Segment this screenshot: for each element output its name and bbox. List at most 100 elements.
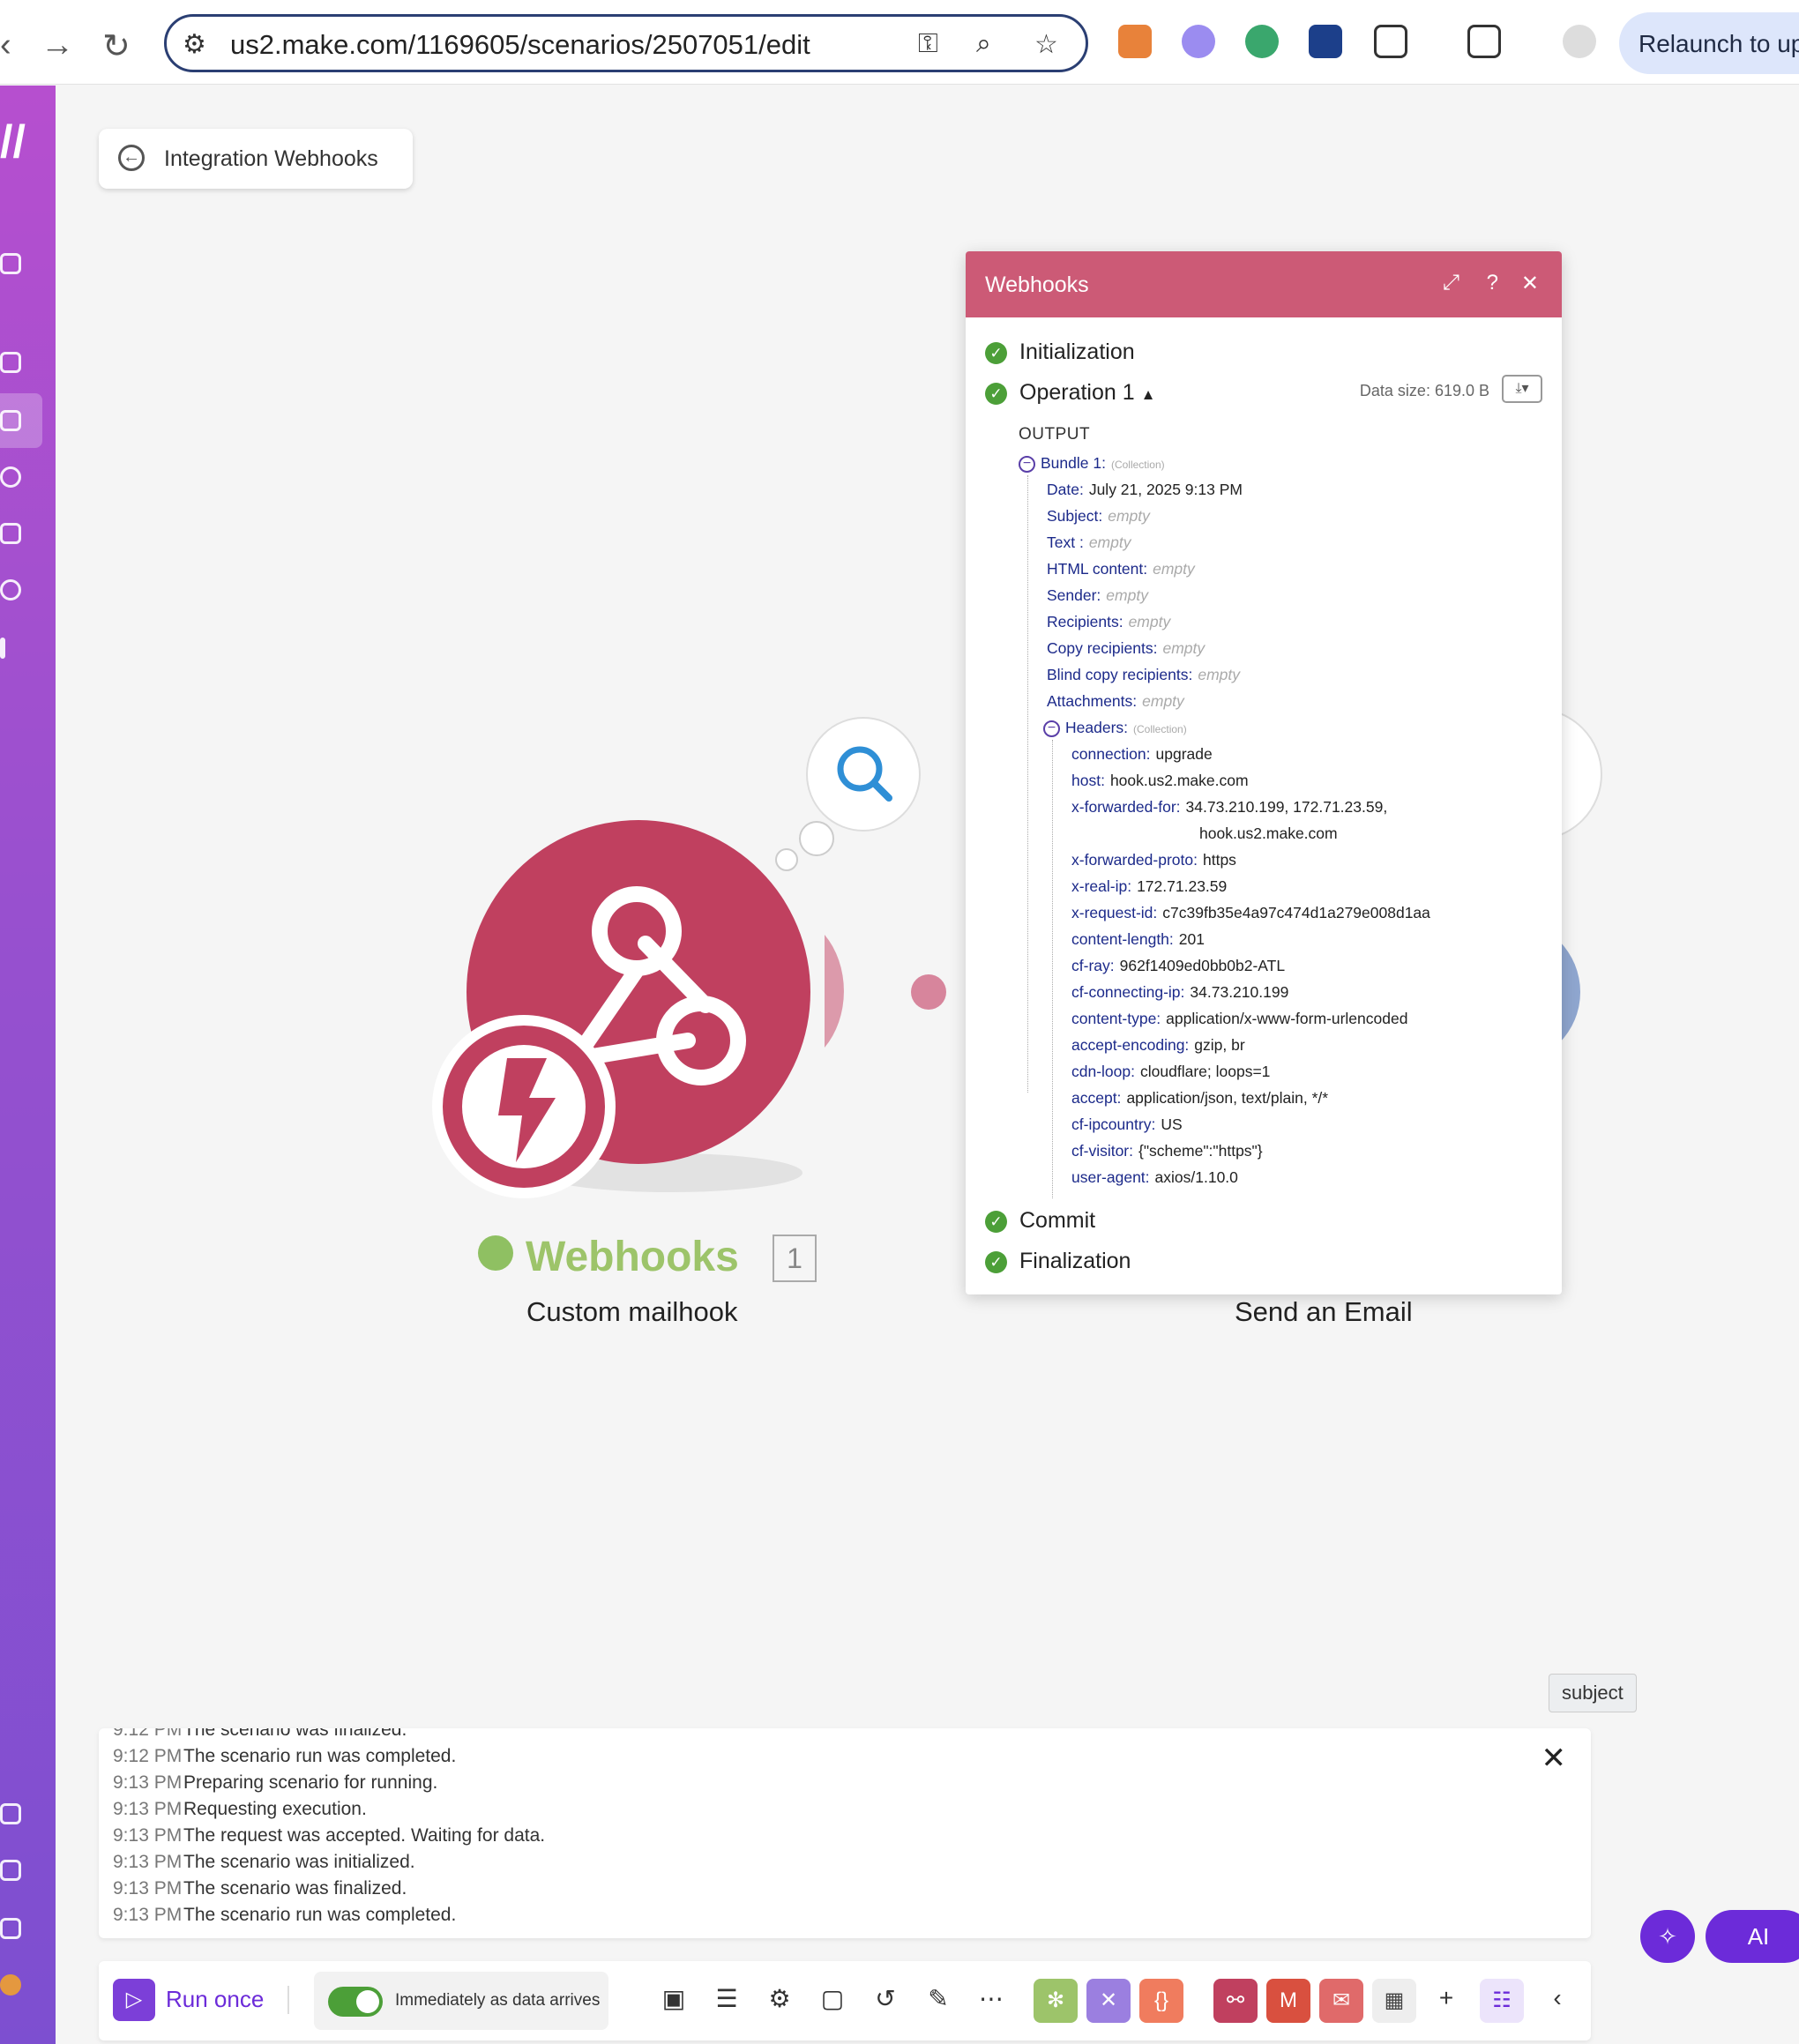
expand-icon[interactable]: ⤢ xyxy=(1443,271,1459,295)
gmail-app-icon[interactable]: M xyxy=(1266,1979,1310,2023)
collapse-chevron-icon[interactable]: ‹ xyxy=(1541,1984,1573,2012)
output-field: Blind copy recipients: empty xyxy=(1047,666,1241,683)
output-field: Text : empty xyxy=(1047,533,1131,551)
stage-finalization[interactable]: ✓ Finalization xyxy=(985,1249,1131,1274)
ai-assistant-button[interactable]: AI xyxy=(1706,1910,1799,1963)
schedule-control[interactable]: Immediately as data arrives xyxy=(314,1972,608,2030)
stage-label: Operation 1 xyxy=(1019,380,1135,405)
auto-align-wand-icon[interactable]: ✎ xyxy=(922,1984,954,2013)
notes-icon[interactable]: ▢ xyxy=(817,1984,848,2013)
output-field: Date: July 21, 2025 9:13 PM xyxy=(1047,481,1243,498)
text-parser-app-icon[interactable]: {} xyxy=(1139,1979,1183,2023)
add-icon[interactable]: + xyxy=(1430,1984,1462,2012)
header-field: x-forwarded-for: 34.73.210.199, 172.71.23… xyxy=(1071,798,1388,816)
popup-header: Webhooks ⤢ ? ✕ xyxy=(966,251,1562,317)
log-row: 9:13 PMThe request was accepted. Waiting… xyxy=(113,1825,545,1846)
log-message: The request was accepted. Waiting for da… xyxy=(183,1825,546,1846)
header-field: content-type: application/x-www-form-urle… xyxy=(1071,1010,1408,1027)
check-icon: ✓ xyxy=(985,1250,1007,1273)
collapse-minus-icon[interactable]: − xyxy=(1043,720,1060,737)
log-message: The scenario run was completed. xyxy=(183,1905,457,1925)
more-options-icon[interactable]: ⋯ xyxy=(975,1984,1007,2013)
connector-half-circle xyxy=(825,935,844,1048)
execution-inspector-popup: Webhooks ⤢ ? ✕ ✓ Initialization ✓ Operatio… xyxy=(966,251,1562,1294)
tree-guide xyxy=(1052,740,1053,1198)
collapse-minus-icon[interactable]: − xyxy=(1019,455,1035,473)
header-field: x-real-ip: 172.71.23.59 xyxy=(1071,877,1228,895)
search-bubble[interactable] xyxy=(806,717,921,832)
flow-control-app-icon[interactable]: ✕ xyxy=(1086,1979,1131,2023)
play-icon: ▷ xyxy=(125,1988,143,2011)
operation-count-badge[interactable]: 1 xyxy=(773,1235,817,1282)
email-module-subtitle: Send an Email xyxy=(1235,1296,1413,1327)
check-icon: ✓ xyxy=(985,1210,1007,1233)
log-message: The scenario run was completed. xyxy=(183,1746,457,1766)
log-time: 9:13 PM xyxy=(113,1878,183,1899)
header-field: cf-connecting-ip: 34.73.210.199 xyxy=(1071,983,1289,1001)
popup-title: Webhooks xyxy=(985,272,1089,297)
bundle-node[interactable]: − Bundle 1: (Collection) xyxy=(1019,454,1165,473)
stage-initialization[interactable]: ✓ Initialization xyxy=(985,339,1135,365)
run-once-button[interactable]: ▷ xyxy=(113,1979,155,2021)
output-field: Recipients: empty xyxy=(1047,613,1171,630)
log-time: 9:13 PM xyxy=(113,1852,183,1872)
all-apps-grid-icon[interactable]: ▦ xyxy=(1372,1979,1416,2023)
log-row: 9:12 PMThe scenario was finalized. xyxy=(113,1728,407,1741)
log-row: 9:12 PMThe scenario run was completed. xyxy=(113,1746,456,1767)
log-message: The scenario was finalized. xyxy=(183,1878,407,1899)
header-field-continuation: hook.us2.make.com xyxy=(1199,824,1338,842)
webhooks-status-check-icon xyxy=(478,1233,513,1281)
scenario-toolbar: ▷ Run once Immediately as data arrives ▣… xyxy=(99,1961,1591,2040)
close-icon[interactable]: ✕ xyxy=(1521,271,1539,296)
log-time: 9:13 PM xyxy=(113,1825,183,1846)
header-field: accept-encoding: gzip, br xyxy=(1071,1036,1245,1054)
save-icon[interactable]: ▣ xyxy=(658,1984,690,2013)
lightbulb-icon[interactable]: ✧ xyxy=(1640,1910,1695,1963)
log-row: 9:13 PMPreparing scenario for running. xyxy=(113,1772,437,1794)
check-icon: ✓ xyxy=(985,382,1007,405)
stage-label: Initialization xyxy=(1019,339,1135,364)
connector-dot xyxy=(911,974,946,1010)
output-field: Sender: empty xyxy=(1047,586,1148,604)
scheduling-icon[interactable]: ☰ xyxy=(711,1984,743,2013)
stage-commit[interactable]: ✓ Commit xyxy=(985,1208,1095,1234)
header-field: cf-visitor: {"scheme":"https"} xyxy=(1071,1142,1263,1160)
header-field: user-agent: axios/1.10.0 xyxy=(1071,1168,1238,1186)
log-time: 9:12 PM xyxy=(113,1746,183,1766)
header-field: x-forwarded-proto: https xyxy=(1071,851,1236,869)
execution-log: ✕ 9:12 PMThe scenario was finalized. 9:12… xyxy=(99,1728,1591,1938)
task-list-icon[interactable]: ☷ xyxy=(1480,1979,1524,2023)
download-dropdown-icon[interactable]: ⤓▾ xyxy=(1502,375,1542,403)
help-question-icon[interactable]: ? xyxy=(1487,271,1498,295)
schedule-toggle[interactable] xyxy=(328,1987,383,2017)
tools-app-icon[interactable]: ✻ xyxy=(1034,1979,1078,2023)
log-row: 9:13 PMThe scenario was finalized. xyxy=(113,1878,407,1899)
stage-label: Finalization xyxy=(1019,1249,1131,1273)
email-app-icon[interactable]: ✉ xyxy=(1319,1979,1363,2023)
settings-gear-icon[interactable]: ⚙ xyxy=(764,1984,795,2013)
header-field: host: hook.us2.make.com xyxy=(1071,772,1249,789)
output-field: Subject: empty xyxy=(1047,507,1150,525)
headers-node[interactable]: − Headers: (Collection) xyxy=(1043,719,1187,737)
stage-label: Commit xyxy=(1019,1208,1096,1233)
header-field: cf-ipcountry: US xyxy=(1071,1115,1183,1133)
webhooks-module-subtitle: Custom mailhook xyxy=(526,1296,738,1327)
run-once-label[interactable]: Run once xyxy=(166,1986,264,2013)
stage-operation[interactable]: ✓ Operation 1 ▲ xyxy=(985,380,1155,406)
collapse-caret-icon[interactable]: ▲ xyxy=(1141,386,1156,403)
log-message: The scenario was finalized. xyxy=(183,1728,407,1740)
field-tooltip: subject xyxy=(1549,1674,1637,1712)
output-field: HTML content: empty xyxy=(1047,560,1195,578)
header-field: content-length: 201 xyxy=(1071,930,1205,948)
output-label: OUTPUT xyxy=(1019,425,1091,444)
log-row: 9:13 PMThe scenario was initialized. xyxy=(113,1852,415,1873)
log-time: 9:13 PM xyxy=(113,1772,183,1793)
log-message: Requesting execution. xyxy=(183,1799,367,1819)
divider xyxy=(287,1986,289,2014)
header-field: accept: application/json, text/plain, */* xyxy=(1071,1089,1329,1107)
log-row: 9:13 PMThe scenario run was completed. xyxy=(113,1905,456,1926)
webhooks-app-icon[interactable]: ⚯ xyxy=(1213,1979,1258,2023)
undo-icon[interactable]: ↺ xyxy=(870,1984,901,2013)
log-message: Preparing scenario for running. xyxy=(183,1772,438,1793)
log-close-icon[interactable]: ✕ xyxy=(1541,1741,1567,1776)
